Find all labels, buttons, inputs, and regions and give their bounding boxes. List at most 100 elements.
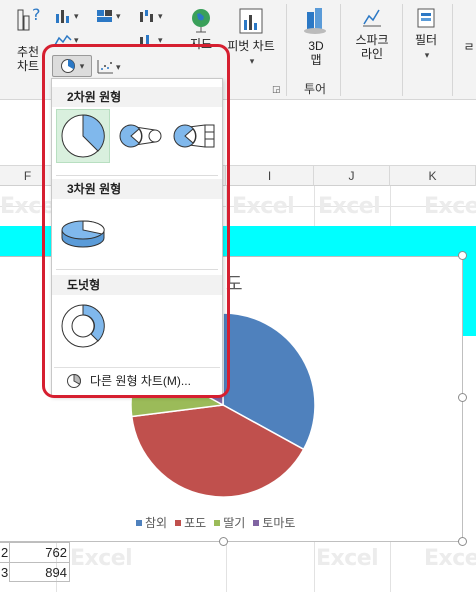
resize-handle[interactable] [458, 393, 467, 402]
chevron-down-icon: ▾ [79, 60, 85, 71]
pivot-chart-button[interactable]: 피벗 차트 ▾ [222, 6, 280, 72]
column-chart-button[interactable]: ▾ [54, 6, 79, 26]
globe-icon [192, 9, 210, 33]
line-chart-button[interactable]: ▾ [54, 30, 79, 50]
legend-label: 딸기 [223, 516, 246, 530]
legend-item: 참외 [136, 514, 167, 531]
section-2d-pie: 2차원 원형 [52, 87, 222, 107]
3d-map-button[interactable]: 3D 맵 [296, 6, 336, 72]
column-header-k[interactable]: K [390, 166, 476, 186]
legend-swatch [253, 519, 260, 526]
chevron-down-icon: ▾ [74, 34, 79, 45]
pivot-chart-icon [239, 8, 263, 34]
hierarchy-chart-icon [97, 10, 112, 22]
ribbon-separator [402, 4, 403, 96]
legend-swatch [175, 519, 182, 526]
hierarchy-chart-button[interactable]: ▾ [96, 6, 121, 26]
legend-swatch [136, 519, 142, 526]
recommended-charts-label: 추천 차트 [16, 45, 40, 73]
excel-watermark: Excel [316, 546, 379, 571]
gallery-divider [56, 175, 218, 176]
legend-item: 딸기 [214, 514, 245, 531]
legend-label: 참외 [145, 516, 168, 530]
sparklines-button[interactable]: 스파크 라인 [350, 6, 394, 72]
cell-value[interactable]: 762 [10, 542, 70, 562]
3d-map-icon [304, 8, 326, 34]
help-glyph: ? [32, 5, 41, 24]
chevron-down-icon: ▾ [116, 10, 121, 21]
link-label-partial: ㄹ [463, 40, 475, 54]
sparkline-icon [363, 9, 381, 27]
legend-label: 토마토 [262, 516, 296, 530]
excel-watermark: Excel [232, 194, 295, 219]
chevron-down-icon: ▾ [158, 10, 163, 21]
section-3d-pie: 3차원 원형 [52, 179, 222, 199]
scatter-chart-icon [97, 60, 113, 74]
excel-watermark: Excel [424, 194, 476, 219]
line-chart-icon [54, 34, 72, 46]
column-chart-icon [56, 10, 69, 23]
donut-icon [61, 304, 105, 348]
chevron-down-icon: ▾ [158, 34, 163, 45]
ribbon-separator [286, 4, 287, 96]
pie-of-pie-icon [119, 124, 162, 148]
waterfall-chart-icon [140, 10, 153, 22]
section-donut: 도넛형 [52, 275, 222, 295]
sparklines-label: 스파크 라인 [355, 33, 389, 61]
excel-watermark: Excel [70, 546, 133, 571]
bar-of-pie-option[interactable] [168, 109, 220, 163]
recommended-charts-icon: ? [17, 5, 41, 31]
chevron-down-icon: ▾ [74, 10, 79, 21]
resize-handle[interactable] [219, 537, 228, 546]
resize-handle[interactable] [458, 537, 467, 546]
ribbon-separator [452, 4, 453, 96]
map-label: 지도 [189, 37, 213, 51]
legend-item: 포도 [175, 514, 206, 531]
ribbon-separator [340, 4, 341, 96]
more-pie-charts-label: 다른 원형 차트(M)... [90, 374, 191, 388]
gallery-divider [56, 269, 218, 270]
chevron-down-icon: ▾ [424, 50, 430, 60]
recommended-charts-button[interactable]: ? 추천 차트 [6, 4, 50, 74]
excel-watermark: Excel [424, 546, 476, 571]
highlighted-cell [462, 256, 476, 336]
chevron-down-icon: ▾ [116, 61, 121, 72]
column-header-j[interactable]: J [314, 166, 390, 186]
column-header-f[interactable]: F [0, 166, 56, 186]
more-pie-charts-button[interactable]: 다른 원형 차트(M)... [54, 367, 220, 393]
pie-2d-option[interactable] [56, 109, 110, 163]
row-number: 3 [0, 562, 10, 582]
cell-value[interactable]: 894 [10, 562, 70, 582]
pie-3d-icon [61, 220, 105, 248]
waterfall-chart-button[interactable]: ▾ [138, 6, 163, 26]
3d-map-label: 3D 맵 [308, 39, 324, 67]
dialog-launcher-icon[interactable]: ◲ [272, 84, 281, 95]
pie-of-pie-option[interactable] [114, 109, 166, 163]
link-button-partial[interactable]: ㄹ [462, 40, 476, 60]
pie-chart-icon [67, 373, 81, 388]
scatter-chart-button[interactable]: ▾ [96, 57, 121, 77]
resize-handle[interactable] [458, 251, 467, 260]
bar-of-pie-icon [173, 124, 215, 148]
filter-label: 필터 [414, 33, 438, 47]
column-header-i[interactable]: I [226, 166, 314, 186]
stats-chart-icon [140, 35, 149, 45]
row-number: 2 [0, 542, 10, 562]
stats-chart-button[interactable]: ▾ [138, 30, 163, 50]
pie-2d-icon [61, 114, 105, 158]
pie-3d-option[interactable] [56, 205, 110, 259]
chart-legend[interactable]: 참외 포도 딸기 토마토 [136, 514, 295, 531]
chevron-down-icon: ▾ [249, 56, 255, 66]
tour-group-label: 투어 [304, 82, 327, 96]
chart-title[interactable]: 도 [226, 270, 243, 296]
donut-option[interactable] [56, 299, 110, 353]
slicer-icon [417, 8, 435, 28]
excel-watermark: Excel [318, 194, 381, 219]
pivot-chart-label: 피벗 차트 [227, 39, 275, 53]
legend-label: 포도 [184, 516, 207, 530]
pie-chart-dropdown-button[interactable]: ▾ [52, 55, 92, 77]
legend-swatch [214, 519, 221, 526]
filter-button[interactable]: 필터 ▾ [408, 6, 444, 72]
pie-chart-icon [60, 59, 75, 73]
legend-item: 토마토 [253, 514, 295, 531]
